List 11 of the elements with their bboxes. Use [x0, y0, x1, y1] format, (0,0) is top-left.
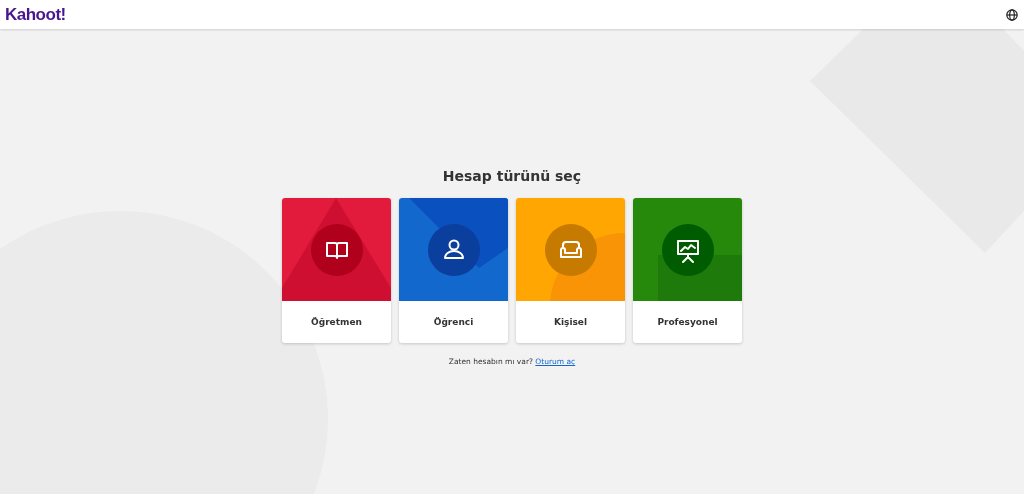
kahoot-logo[interactable]: Kahoot!: [5, 4, 66, 25]
page-title: Hesap türünü seç: [442, 168, 582, 184]
account-type-card[interactable]: Öğrenci: [399, 198, 508, 343]
person-icon: [427, 223, 480, 276]
account-type-card[interactable]: Profesyonel: [633, 198, 742, 343]
sofa-icon: [544, 223, 597, 276]
presentation-board-icon: [661, 223, 714, 276]
globe-icon[interactable]: [1006, 8, 1018, 21]
account-type-card[interactable]: Kişisel: [516, 198, 625, 343]
account-type-card[interactable]: Öğretmen: [282, 198, 391, 343]
book-icon: [310, 223, 363, 276]
